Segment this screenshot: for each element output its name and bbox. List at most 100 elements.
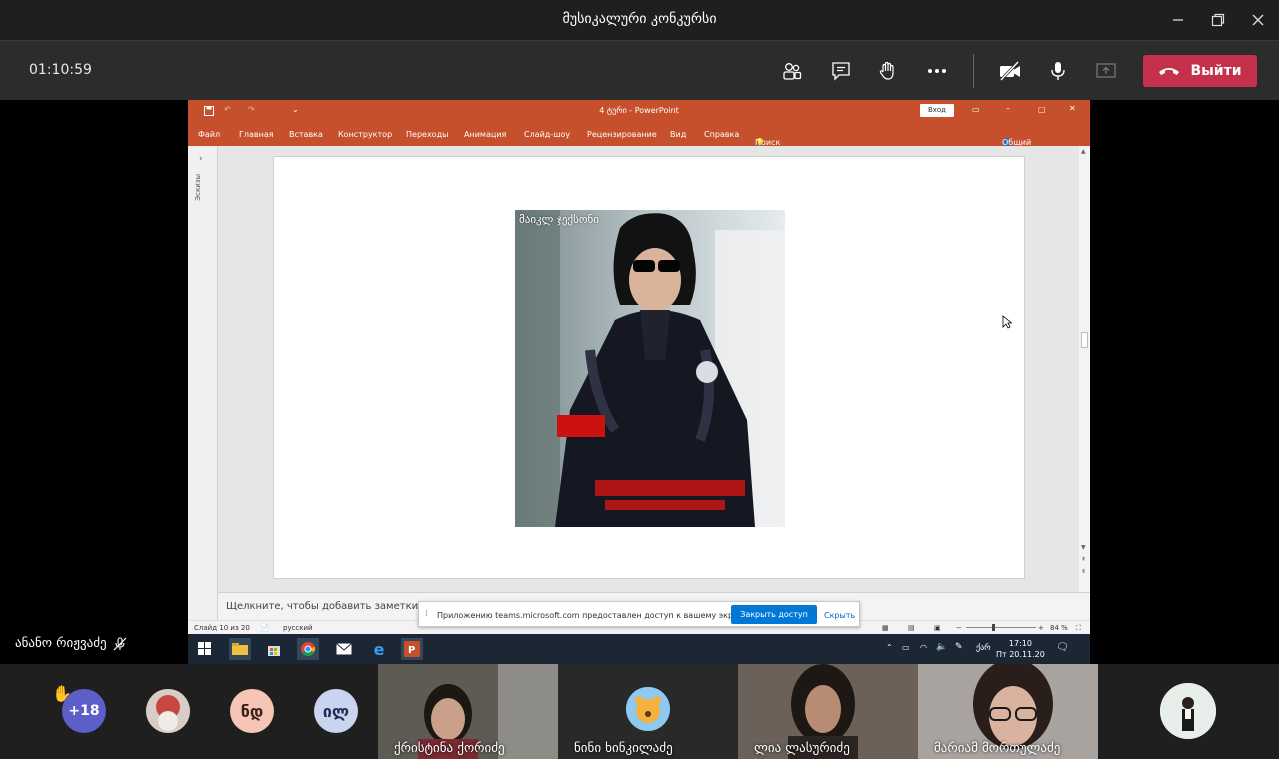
- teams-meeting-window: მუსიკალური კონკურსი 01:10:59 Выйти ↶ ↷ ⌄…: [0, 0, 1279, 759]
- tab-slideshow[interactable]: Слайд-шоу: [524, 130, 570, 139]
- input-language[interactable]: ქარ: [976, 643, 991, 652]
- avatar-initials-text: ილ: [322, 701, 350, 721]
- drag-handle-icon[interactable]: ⁞: [425, 609, 428, 619]
- camera-off-icon: [999, 60, 1020, 82]
- window-titlebar: მუსიკალური კონკურსი: [0, 0, 1279, 40]
- pp-minimize-icon[interactable]: –: [1006, 104, 1010, 113]
- spellcheck-icon[interactable]: 📄: [260, 624, 269, 632]
- people-icon: [783, 63, 802, 80]
- system-clock[interactable]: 17:10 Пт 20.11.20: [996, 638, 1045, 660]
- vertical-scrollbar[interactable]: ▲ ▼ ⇞ ⇟: [1079, 146, 1090, 592]
- zoom-in-icon[interactable]: +: [1038, 624, 1044, 632]
- prev-slide-icon[interactable]: ⇞: [1081, 556, 1086, 563]
- share-screen-button[interactable]: [1090, 55, 1122, 87]
- edge-icon[interactable]: e: [368, 638, 390, 660]
- avatar-initials[interactable]: ნდ: [230, 689, 274, 733]
- zoom-level[interactable]: 84 %: [1050, 624, 1068, 632]
- scroll-down-icon[interactable]: ▼: [1081, 544, 1086, 551]
- presenter-name: ანანო რიჟვაძე: [15, 636, 107, 651]
- tab-view[interactable]: Вид: [670, 130, 686, 139]
- sorter-view-icon[interactable]: ▤: [908, 624, 915, 632]
- store-icon[interactable]: [263, 638, 285, 660]
- zoom-slider-thumb[interactable]: [992, 624, 995, 631]
- ribbon-display-icon[interactable]: ▭: [972, 105, 980, 114]
- meeting-title: მუსიკალური კონკურსი: [562, 11, 717, 27]
- powerpoint-ribbon-tabs: Файл Главная Вставка Конструктор Переход…: [188, 122, 1090, 156]
- windows-taskbar: e P ⌃ ▭ ◠ 🔈 ✎ ქარ 17:10 Пт 20.11.20 🗨: [188, 634, 1090, 664]
- tab-help[interactable]: Справка: [704, 130, 739, 139]
- tab-home[interactable]: Главная: [239, 130, 274, 139]
- meeting-timer: 01:10:59: [29, 62, 92, 78]
- reading-view-icon[interactable]: ▣: [934, 624, 941, 632]
- tab-transitions[interactable]: Переходы: [406, 130, 448, 139]
- action-center-icon[interactable]: 🗨: [1056, 642, 1069, 653]
- participant-tile[interactable]: ნინი ხინკილაძე: [558, 664, 738, 759]
- tray-expand-icon[interactable]: ⌃: [886, 643, 893, 652]
- mouse-cursor-icon: [1002, 315, 1012, 329]
- participant-name: მარიამ მორთულაძე: [934, 741, 1061, 756]
- clock-date: Пт 20.11.20: [996, 650, 1045, 659]
- scroll-up-icon[interactable]: ▲: [1081, 148, 1086, 155]
- restore-icon[interactable]: [1205, 7, 1231, 33]
- pp-close-icon[interactable]: ✕: [1069, 104, 1076, 113]
- zoom-out-icon[interactable]: −: [956, 624, 962, 632]
- share-tray-icon: [1096, 63, 1116, 78]
- tab-review[interactable]: Рецензирование: [587, 130, 657, 139]
- chat-button[interactable]: [825, 55, 857, 87]
- participant-video-tile[interactable]: ქრისტინა ქორიძე: [378, 664, 558, 759]
- self-avatar-photo[interactable]: [1160, 683, 1216, 739]
- expand-chevron-icon[interactable]: ›: [199, 154, 203, 164]
- slide-canvas[interactable]: მაიკლ ჯექსონი: [273, 156, 1025, 579]
- zoom-slider[interactable]: [966, 624, 1036, 631]
- powerpoint-app-icon[interactable]: P: [401, 638, 423, 660]
- mail-icon[interactable]: [333, 638, 355, 660]
- participant-name: ნინი ხინკილაძე: [574, 741, 673, 756]
- participant-video-tile[interactable]: ლია ლასურიძე: [738, 664, 918, 759]
- participants-button[interactable]: [776, 55, 808, 87]
- leave-button[interactable]: Выйти: [1143, 55, 1257, 87]
- signin-button[interactable]: Вход: [920, 104, 954, 117]
- minimize-icon[interactable]: [1165, 7, 1191, 33]
- scroll-thumb[interactable]: [1081, 332, 1088, 348]
- pp-restore-icon[interactable]: ▢: [1038, 105, 1046, 114]
- participant-video-tile[interactable]: მარიამ მორთულაძე: [918, 664, 1098, 759]
- presenter-label: ანანო რიჟვაძე: [15, 636, 127, 651]
- participant-name: ლია ლასურიძე: [754, 741, 850, 756]
- more-actions-button[interactable]: [921, 55, 953, 87]
- volume-icon[interactable]: 🔈: [936, 642, 947, 652]
- slide-photo[interactable]: მაიკლ ჯექსონი: [515, 210, 785, 527]
- avatar-photo[interactable]: [146, 689, 190, 733]
- powerpoint-titlebar: ↶ ↷ ⌄ 4 ტური - PowerPoint Вход ▭ – ▢ ✕: [188, 100, 1090, 122]
- slide-caption: მაიკლ ჯექსონი: [519, 213, 599, 226]
- more-icon: [928, 69, 946, 73]
- overflow-participants[interactable]: +18: [62, 689, 106, 733]
- tab-animations[interactable]: Анимация: [464, 130, 506, 139]
- fit-slide-icon[interactable]: ⛶: [1076, 624, 1081, 633]
- share-banner-message: Приложению teams.microsoft.com предостав…: [437, 611, 751, 620]
- language-indicator[interactable]: русский: [283, 624, 313, 632]
- meeting-toolbar: 01:10:59 Выйти: [0, 40, 1279, 100]
- thumbnails-pane[interactable]: › Эскизы: [188, 146, 218, 620]
- stop-sharing-button[interactable]: Закрыть доступ: [731, 605, 817, 624]
- tab-insert[interactable]: Вставка: [289, 130, 323, 139]
- next-slide-icon[interactable]: ⇟: [1081, 568, 1086, 575]
- wifi-icon[interactable]: ◠: [920, 643, 927, 652]
- normal-view-icon[interactable]: ▦: [882, 624, 889, 632]
- battery-icon[interactable]: ▭: [902, 643, 910, 652]
- chrome-icon[interactable]: [297, 638, 319, 660]
- pooh-avatar-icon: [626, 687, 670, 731]
- tab-file[interactable]: Файл: [198, 130, 220, 139]
- mic-toggle-button[interactable]: [1042, 55, 1074, 87]
- windows-start-icon[interactable]: [194, 638, 216, 660]
- slide-counter: Слайд 10 из 20: [194, 624, 250, 632]
- avatar-initials[interactable]: ილ: [314, 689, 358, 733]
- camera-toggle-button[interactable]: [994, 55, 1026, 87]
- pen-icon[interactable]: ✎: [955, 642, 963, 652]
- file-explorer-icon[interactable]: [229, 638, 251, 660]
- tab-design[interactable]: Конструктор: [338, 130, 392, 139]
- close-icon[interactable]: [1245, 7, 1271, 33]
- participants-strip: ✋ +18 ნდ ილ ქრისტინა ქორიძე ნინი ხინკილა…: [0, 664, 1279, 759]
- hide-banner-link[interactable]: Скрыть: [824, 611, 855, 620]
- screen-share-banner: ⁞ Приложению teams.microsoft.com предост…: [418, 601, 860, 627]
- raise-hand-button[interactable]: [872, 55, 904, 87]
